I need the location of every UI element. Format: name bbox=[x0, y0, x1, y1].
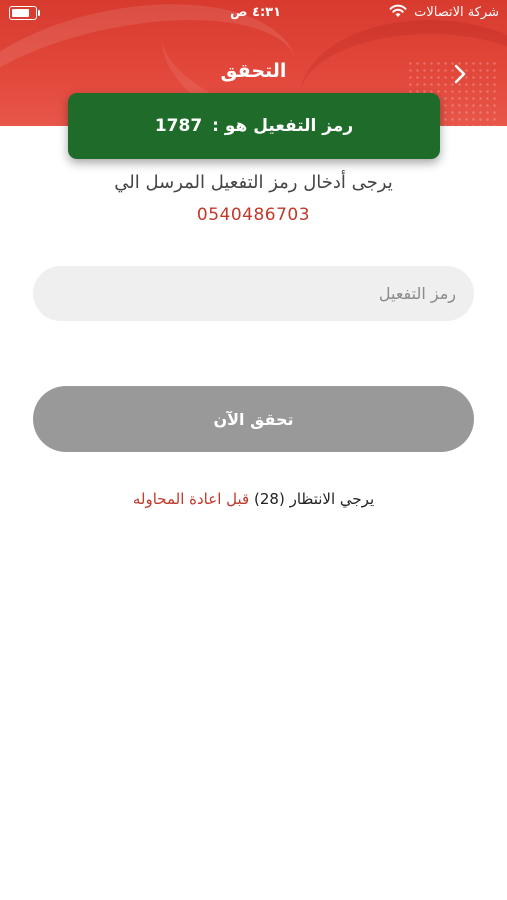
resend-suffix: قبل اعادة المحاوله bbox=[132, 490, 250, 508]
toast-label: رمز التفعيل هو : bbox=[212, 116, 354, 136]
verify-now-button[interactable]: تحقق الآن bbox=[33, 386, 474, 452]
instruction-text: يرجى أدخال رمز التفعيل المرسل الي bbox=[114, 172, 393, 193]
page-title: التحقق bbox=[220, 60, 287, 82]
battery-icon bbox=[9, 6, 40, 20]
activation-code-toast: رمز التفعيل هو : 1787 bbox=[68, 93, 440, 159]
resend-wait-text: يرجي الانتظار (28) قبل اعادة المحاوله bbox=[0, 490, 507, 508]
carrier-name: شركة الاتصالات bbox=[414, 5, 499, 20]
wait-prefix: يرجي الانتظار bbox=[289, 490, 375, 508]
battery-level bbox=[12, 9, 29, 17]
chevron-right-icon[interactable] bbox=[449, 62, 471, 86]
wifi-icon bbox=[389, 4, 407, 17]
status-time: ٤:٣١ ص bbox=[230, 5, 282, 20]
activation-code-input[interactable] bbox=[33, 266, 474, 321]
toast-code: 1787 bbox=[154, 116, 203, 136]
countdown-timer: (28) bbox=[253, 490, 285, 508]
status-bar: ٤:٣١ ص شركة الاتصالات bbox=[0, 0, 507, 28]
phone-number: 0540486703 bbox=[196, 205, 311, 225]
